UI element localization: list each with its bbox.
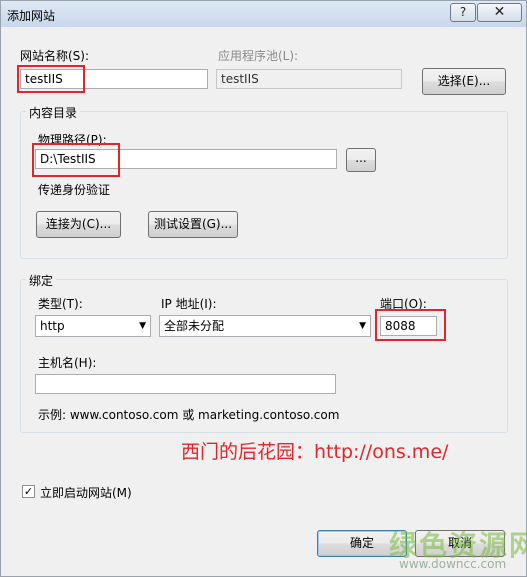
close-button[interactable]: ✕: [477, 3, 522, 22]
ip-address-select[interactable]: 全部未分配 ▼: [159, 315, 371, 337]
host-name-example: 示例: www.contoso.com 或 marketing.contoso.…: [38, 408, 340, 422]
dialog-title: 添加网站: [7, 9, 56, 23]
help-button[interactable]: ?: [450, 3, 476, 22]
chevron-down-icon: ▼: [139, 321, 146, 331]
content-directory-title: 内容目录: [26, 104, 81, 121]
physical-path-input[interactable]: D:\TestIIS: [35, 149, 337, 169]
port-label: 端口(O):: [380, 297, 427, 311]
add-website-dialog: 添加网站 ? ✕ 网站名称(S): testIIS 应用程序池(L): test…: [0, 0, 527, 577]
ip-address-label: IP 地址(I):: [161, 297, 217, 311]
app-pool-input: testIIS: [216, 69, 402, 89]
start-immediately-label: 立即启动网站(M): [40, 486, 132, 500]
overlay-caption: 西门的后花园：http://ons.me/: [181, 441, 449, 463]
physical-path-label: 物理路径(P):: [38, 133, 107, 147]
type-select-value: http: [40, 319, 65, 333]
site-name-label: 网站名称(S):: [20, 49, 90, 63]
host-name-label: 主机名(H):: [38, 356, 97, 370]
site-name-input[interactable]: testIIS: [20, 69, 208, 89]
title-bar: 添加网站 ? ✕: [1, 1, 526, 27]
type-label: 类型(T):: [38, 297, 83, 311]
browse-path-button[interactable]: ...: [346, 148, 376, 172]
host-name-input[interactable]: [35, 374, 336, 394]
binding-title: 绑定: [26, 272, 57, 289]
connect-as-button[interactable]: 连接为(C)...: [36, 211, 121, 238]
checkmark-icon: ✓: [23, 485, 34, 498]
port-input[interactable]: 8088: [380, 316, 437, 336]
chevron-down-icon: ▼: [359, 321, 366, 331]
type-select[interactable]: http ▼: [35, 315, 151, 337]
test-settings-button[interactable]: 测试设置(G)...: [148, 211, 238, 238]
select-app-pool-button[interactable]: 选择(E)...: [422, 68, 506, 95]
passthrough-auth-label: 传递身份验证: [38, 183, 111, 197]
ip-address-select-value: 全部未分配: [164, 319, 225, 333]
start-immediately-checkbox[interactable]: ✓: [22, 485, 35, 498]
watermark-url: www.downcc.com: [399, 557, 507, 571]
app-pool-label: 应用程序池(L):: [218, 49, 299, 63]
